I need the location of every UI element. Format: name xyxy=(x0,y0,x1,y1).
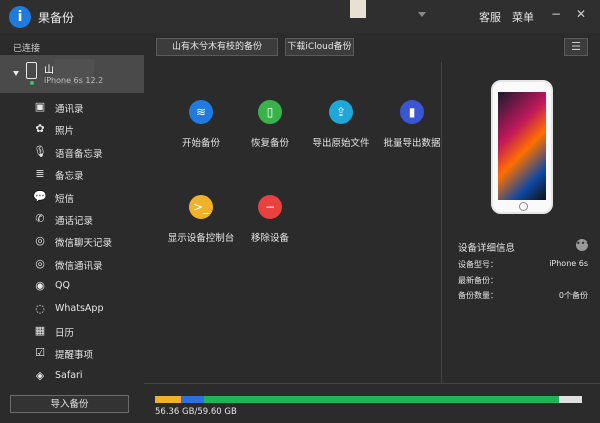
action-button[interactable]: ≋ 开始备份 xyxy=(161,100,241,160)
sidebar-item-label: 语音备忘录 xyxy=(55,148,103,160)
connected-status-dot xyxy=(30,81,34,85)
sidebar-item[interactable]: ◈ Safari xyxy=(0,366,144,386)
connected-header: 已连接 xyxy=(13,44,41,54)
sidebar-item-label: 通讯录 xyxy=(55,104,84,115)
action-label: 批量导出数据 xyxy=(383,138,441,149)
sidebar-item[interactable]: ≣ 备忘录 xyxy=(0,164,144,184)
sidebar-item-label: 日历 xyxy=(55,328,75,339)
actions-panel: ≋ 开始备份 ▯ 恢复备份 ⇪ 导出原始文件 ▮ 批量导出数据 >_ 显示设备控制台 − 移除设备 xyxy=(144,62,441,383)
detail-key: 最新备份： xyxy=(458,275,498,285)
sidebar-item[interactable]: ◎ 微信通讯录 xyxy=(0,254,144,274)
sidebar-item[interactable]: ◎ 微信聊天记录 xyxy=(0,231,144,251)
sidebar-item-label: Safari xyxy=(55,369,83,381)
action-label: 恢复备份 xyxy=(250,138,289,149)
wechat-icon: ◎ xyxy=(35,234,45,248)
list-menu-icon[interactable]: ☰ xyxy=(564,38,588,56)
wechat-contacts-icon: ◎ xyxy=(35,256,45,270)
action-label: 开始备份 xyxy=(181,138,220,149)
reminders-icon: ☑ xyxy=(35,346,45,360)
redacted-area xyxy=(350,0,366,18)
contacts-icon: ▣ xyxy=(34,100,46,113)
sidebar-item[interactable]: ▦ 日历 xyxy=(0,321,144,341)
layers-icon: ≋ xyxy=(189,100,213,124)
upload-icon: ⇪ xyxy=(329,100,353,124)
detail-key: 备份数量： xyxy=(458,291,498,300)
export-batch-icon: ▮ xyxy=(400,100,424,124)
microphone-icon: 🎙 xyxy=(33,144,47,158)
import-backup-button[interactable]: 导入备份 xyxy=(10,395,129,413)
phone-illustration xyxy=(491,80,553,214)
device-name: 山 xyxy=(44,65,54,76)
app-logo-icon: i xyxy=(9,6,31,28)
action-button[interactable]: ▯ 恢复备份 xyxy=(230,100,310,160)
sidebar-item[interactable]: ✆ 通话记录 xyxy=(0,209,144,229)
console-icon: >_ xyxy=(189,195,213,219)
sidebar-item[interactable]: ▣ 通讯录 xyxy=(0,97,144,117)
sidebar-item[interactable]: ◌ WhatsApp xyxy=(0,299,144,319)
detail-key: 设备型号： xyxy=(458,260,498,269)
action-button[interactable]: ⇪ 导出原始文件 xyxy=(301,100,381,160)
action-button[interactable]: − 移除设备 xyxy=(230,195,310,255)
detail-value: iPhone 6s xyxy=(549,259,588,268)
action-label: 导出原始文件 xyxy=(312,138,370,149)
notes-icon: ≣ xyxy=(35,167,45,181)
sidebar-item-label: 短信 xyxy=(55,193,75,205)
sidebar-item-label: 通话记录 xyxy=(55,216,94,227)
chevron-down-icon[interactable] xyxy=(13,71,19,76)
sidebar-item[interactable]: ◉ QQ xyxy=(0,276,144,296)
message-icon: 💬 xyxy=(33,189,47,203)
action-label: 移除设备 xyxy=(250,233,289,244)
app-title: 果备份 xyxy=(38,11,75,25)
more-icon[interactable]: ••• xyxy=(576,239,590,251)
sidebar-item[interactable]: 💬 短信 xyxy=(0,187,144,207)
storage-area: 56.36 GB/59.60 GB xyxy=(144,383,600,423)
detail-value: 0个备份 xyxy=(558,291,588,300)
sidebar-item-label: 微信聊天记录 xyxy=(55,238,113,250)
sidebar-item-label: QQ xyxy=(55,280,70,292)
home-button-icon xyxy=(519,202,528,211)
close-icon[interactable]: ✕ xyxy=(574,7,588,21)
backup-name-button[interactable]: 山有木兮木有枝的备份 xyxy=(156,38,278,56)
icloud-download-button[interactable]: 下载iCloud备份 xyxy=(285,38,354,56)
photos-icon: ✿ xyxy=(35,122,45,136)
sidebar-item-label: 提醒事项 xyxy=(55,350,94,362)
storage-segment-blue xyxy=(180,396,205,403)
minimize-icon[interactable]: − xyxy=(549,7,563,21)
storage-bar xyxy=(155,396,582,403)
storage-text: 56.36 GB/59.60 GB xyxy=(155,407,237,417)
device-model: iPhone 6s 12.2 xyxy=(44,76,104,85)
detail-title: 设备详细信息 xyxy=(458,243,516,254)
device-item[interactable]: 山 iPhone 6s 12.2 xyxy=(0,55,144,93)
device-detail-panel: 设备详细信息 ••• 设备型号： iPhone 6s 最新备份： 备份数量： 0个备份 xyxy=(441,62,600,383)
sidebar-item[interactable]: 🎙 语音备忘录 xyxy=(0,142,144,162)
sidebar-item-label: 备忘录 xyxy=(55,171,84,183)
dropdown-arrow-icon[interactable] xyxy=(418,12,426,17)
whatsapp-icon: ◌ xyxy=(35,301,45,315)
sidebar-item-label: 照片 xyxy=(55,126,75,138)
menu-link[interactable]: 菜单 xyxy=(512,9,534,25)
help-link[interactable]: 客服 xyxy=(479,9,501,25)
safari-icon: ◈ xyxy=(35,368,45,382)
phone-screen xyxy=(498,92,546,200)
storage-segment-yellow xyxy=(155,396,181,403)
sidebar-item[interactable]: ☑ 提醒事项 xyxy=(0,343,144,363)
calendar-icon: ▦ xyxy=(34,324,46,337)
sidebar: 已连接 山 iPhone 6s 12.2 ▣ 通讯录 ✿ 照片 🎙 语音备忘录 ≣ 备忘录 💬 短… xyxy=(0,33,144,422)
sidebar-item-label: WhatsApp xyxy=(55,302,104,314)
action-button[interactable]: >_ 显示设备控制台 xyxy=(161,195,241,255)
phone-call-icon: ✆ xyxy=(35,212,45,225)
sidebar-item[interactable]: ✿ 照片 xyxy=(0,119,144,139)
title-bar: i 果备份 客服 菜单 − ✕ xyxy=(0,0,600,33)
storage-segment-green xyxy=(204,396,559,403)
action-button[interactable]: ▮ 批量导出数据 xyxy=(372,100,452,160)
remove-icon: − xyxy=(258,195,282,219)
sidebar-item-label: 微信通讯录 xyxy=(55,260,103,272)
action-label: 显示设备控制台 xyxy=(167,233,235,244)
phone-restore-icon: ▯ xyxy=(258,100,282,124)
phone-icon xyxy=(26,62,37,79)
qq-icon: ◉ xyxy=(35,279,45,293)
